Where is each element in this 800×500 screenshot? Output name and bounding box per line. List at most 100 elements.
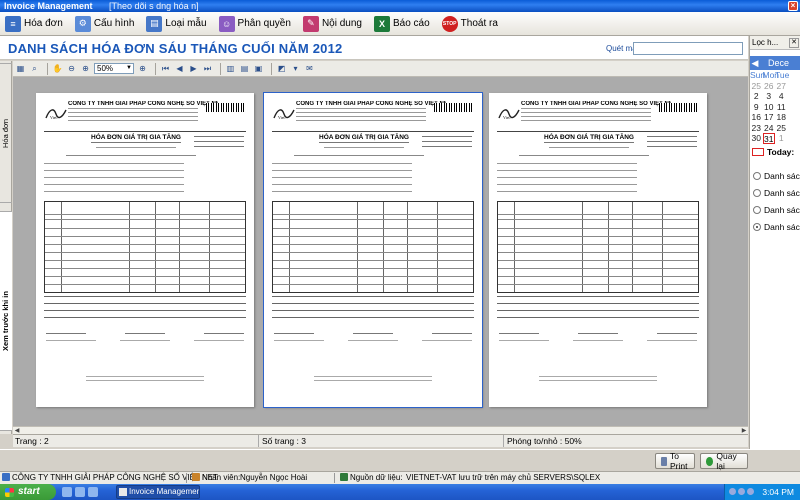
invoice-subtitle-line <box>91 142 181 143</box>
page-layout-icon[interactable]: ▥ <box>225 63 236 74</box>
page-setup-icon[interactable]: ▣ <box>253 63 264 74</box>
preview-canvas[interactable]: Viet. CÔNG TY TNHH GIẢI PHÁP CÔNG NGHỆ S… <box>13 77 748 434</box>
print-label: To Print <box>669 451 688 471</box>
calendar: ◀ Dece Sun Mon Tue 25 26 27 2 3 4 9 10 1… <box>750 56 800 158</box>
filter-panel: Lọc h... ✕ ◀ Dece Sun Mon Tue 25 26 27 2… <box>749 36 800 449</box>
invoice-title: HÓA ĐƠN GIÁ TRỊ GIA TĂNG <box>91 134 181 141</box>
company-logo-icon: Viet. <box>45 109 67 120</box>
filter-option-2[interactable]: Danh sách <box>750 185 800 202</box>
background-color-icon[interactable]: ◩ <box>276 63 287 74</box>
print-button[interactable]: To Print <box>655 451 695 471</box>
page-footer <box>86 376 204 384</box>
close-window-icon[interactable]: × <box>788 1 798 11</box>
calendar-day[interactable]: 10 <box>763 102 776 113</box>
day-name: Tue <box>775 70 790 80</box>
prev-page-icon[interactable]: ◀ <box>174 63 185 74</box>
tray-icon[interactable] <box>729 488 736 495</box>
buyer-info <box>44 163 184 198</box>
invoice-page-selected[interactable]: Viet. CÔNG TY TNHH GIẢI PHÁP CÔNG NGHỆ S… <box>263 92 483 408</box>
tray-icons <box>729 488 756 495</box>
multi-page-icon[interactable]: ▤ <box>239 63 250 74</box>
quick-launch-icon[interactable] <box>75 487 85 497</box>
permission-button[interactable]: ☺ Phân quyền <box>216 14 294 34</box>
email-icon[interactable]: ✉ <box>304 63 315 74</box>
pin-icon[interactable]: ✕ <box>789 37 799 48</box>
company-name: CÔNG TY TNHH GIẢI PHÁP CÔNG NGHỆ SỐ VIỆT… <box>296 101 446 107</box>
filter-option-4[interactable]: Danh sách <box>750 219 800 236</box>
calendar-day[interactable]: 3 <box>763 91 776 102</box>
calendar-week: 30 31 1 <box>750 133 800 144</box>
filter-option-1[interactable]: Danh sách <box>750 168 800 185</box>
excel-report-icon: X <box>373 15 390 32</box>
tray-icon[interactable] <box>747 488 754 495</box>
calendar-day[interactable]: 1 <box>775 133 788 144</box>
quick-launch-icon[interactable] <box>62 487 72 497</box>
filter-option-label: Danh sách <box>764 205 800 215</box>
company-details <box>68 108 198 124</box>
template-button[interactable]: ▤ Loại mẫu <box>143 14 209 34</box>
exit-button[interactable]: STOP Thoát ra <box>439 14 501 34</box>
scroll-right-icon[interactable]: ▶ <box>740 427 748 434</box>
calendar-day[interactable]: 4 <box>775 91 788 102</box>
scroll-left-icon[interactable]: ◀ <box>13 427 21 434</box>
calendar-week: 23 24 25 <box>750 123 800 134</box>
content-button[interactable]: ✎ Nội dung <box>300 14 365 34</box>
calendar-day[interactable]: 17 <box>763 112 776 123</box>
calendar-day[interactable]: 2 <box>750 91 763 102</box>
invoice-subtitle-line <box>96 147 176 148</box>
export-icon[interactable]: ▾ <box>290 63 301 74</box>
template-label: Loại mẫu <box>165 18 207 29</box>
calendar-day[interactable]: 27 <box>775 81 788 92</box>
items-table <box>497 201 699 293</box>
totals <box>497 296 699 324</box>
zoom-select[interactable]: 50% ▼ <box>94 63 134 74</box>
company-logo-icon: Viet. <box>498 109 520 120</box>
search-icon[interactable]: ⌕ <box>29 63 40 74</box>
quick-launch-icon[interactable] <box>88 487 98 497</box>
database-icon <box>340 473 348 481</box>
invoice-page[interactable]: Viet. CÔNG TY TNHH GIẢI PHÁP CÔNG NGHỆ S… <box>489 93 707 407</box>
zoom-in-icon[interactable]: ⊕ <box>80 63 91 74</box>
calendar-day[interactable]: 18 <box>775 112 788 123</box>
calendar-day[interactable]: 16 <box>750 112 763 123</box>
thumbnails-icon[interactable]: ▦ <box>15 63 26 74</box>
calendar-day[interactable]: 30 <box>750 133 763 144</box>
invoice-button[interactable]: ≡ Hóa đơn <box>2 14 66 34</box>
calendar-day[interactable]: 25 <box>750 81 763 92</box>
calendar-day[interactable]: 9 <box>750 102 763 113</box>
taskbar-app-button[interactable]: Invoice Management ... <box>116 485 200 499</box>
calendar-day[interactable]: 24 <box>763 123 776 134</box>
calendar-prev-icon[interactable]: ◀ <box>750 58 760 69</box>
last-page-icon[interactable]: ⏭ <box>202 63 213 74</box>
status-source-label: Nguồn dữ liệu: <box>350 473 403 482</box>
taskbar-app-label: Invoice Management ... <box>129 487 200 496</box>
next-page-icon[interactable]: ▶ <box>188 63 199 74</box>
back-button[interactable]: Quay lại <box>700 451 748 471</box>
invoice-page[interactable]: Viet. CÔNG TY TNHH GIẢI PHÁP CÔNG NGHỆ S… <box>36 93 254 407</box>
invoice-meta <box>422 136 472 151</box>
tab-print-preview[interactable]: Xem trước khi in <box>0 211 12 431</box>
calendar-today-link[interactable]: Today: <box>750 146 800 158</box>
tab-invoice[interactable]: Hóa đơn <box>0 63 12 203</box>
calendar-day[interactable]: 26 <box>763 81 776 92</box>
first-page-icon[interactable]: ⏮ <box>160 63 171 74</box>
filter-option-3[interactable]: Danh sách <box>750 202 800 219</box>
signature-hints <box>274 340 472 341</box>
calendar-day-today[interactable]: 31 <box>762 133 775 144</box>
config-button[interactable]: ⚙ Cấu hình <box>72 14 138 34</box>
invoice-date-line <box>66 155 196 156</box>
permission-icon: ☺ <box>218 15 235 32</box>
invoice-icon: ≡ <box>5 15 21 32</box>
hand-tool-icon[interactable]: ✋ <box>52 63 63 74</box>
search-input[interactable] <box>633 42 743 55</box>
zoom-out-icon[interactable]: ⊖ <box>66 63 77 74</box>
horizontal-scrollbar[interactable]: ◀ ▶ <box>13 426 748 434</box>
calendar-day[interactable]: 25 <box>775 123 788 134</box>
start-button[interactable]: start <box>0 484 56 500</box>
tray-icon[interactable] <box>738 488 745 495</box>
windows-flag-icon <box>5 488 14 497</box>
report-button[interactable]: X Báo cáo <box>371 14 433 34</box>
zoom-icon[interactable]: ⊕ <box>137 63 148 74</box>
calendar-day[interactable]: 23 <box>750 123 763 134</box>
calendar-day[interactable]: 11 <box>775 102 788 113</box>
